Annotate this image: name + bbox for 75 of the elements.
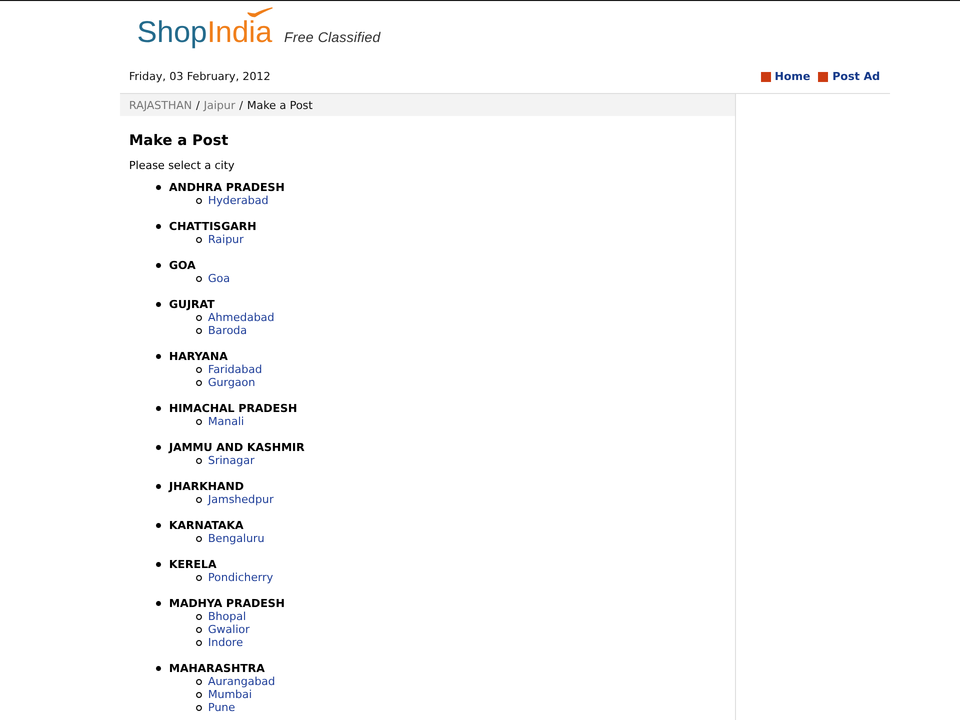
bullet-icon bbox=[156, 354, 161, 359]
nav-link[interactable]: Post Ad bbox=[832, 70, 880, 83]
circle-bullet-icon bbox=[196, 574, 202, 580]
breadcrumb-current: Make a Post bbox=[247, 98, 313, 112]
bullet-icon bbox=[156, 263, 161, 268]
circle-bullet-icon bbox=[196, 418, 202, 424]
circle-bullet-icon bbox=[196, 496, 202, 502]
instruction-text: Please select a city bbox=[129, 159, 236, 172]
state-name: KERELA bbox=[169, 558, 217, 571]
city-link[interactable]: Jamshedpur bbox=[208, 493, 274, 506]
bullet-icon bbox=[156, 523, 161, 528]
square-icon bbox=[760, 72, 771, 82]
city-link[interactable]: Faridabad bbox=[208, 363, 262, 376]
city-link[interactable]: Indore bbox=[208, 636, 243, 649]
bullet-icon bbox=[156, 302, 161, 307]
city-link[interactable]: Ahmedabad bbox=[208, 311, 274, 324]
state-name: HIMACHAL PRADESH bbox=[169, 402, 298, 415]
bullet-icon bbox=[156, 406, 161, 411]
city-link[interactable]: Goa bbox=[208, 272, 230, 285]
bullet-icon bbox=[156, 445, 161, 450]
state-name: MAHARASHTRA bbox=[169, 662, 265, 675]
circle-bullet-icon bbox=[196, 314, 202, 320]
state-name: HARYANA bbox=[169, 350, 228, 363]
breadcrumb-separator: / bbox=[196, 98, 200, 112]
date-text: Friday, 03 February, 2012 bbox=[129, 70, 271, 83]
tagline-text: Free Classified bbox=[284, 29, 381, 45]
city-link[interactable]: Raipur bbox=[208, 233, 244, 246]
circle-bullet-icon bbox=[196, 704, 202, 710]
bullet-icon bbox=[156, 666, 161, 671]
city-link[interactable]: Gwalior bbox=[208, 623, 250, 636]
city-link[interactable]: Hyderabad bbox=[208, 194, 268, 207]
circle-bullet-icon bbox=[196, 458, 202, 464]
bullet-icon bbox=[156, 562, 161, 567]
square-icon bbox=[818, 72, 828, 82]
logo-wordmark: ShopIndia bbox=[137, 18, 272, 48]
state-name: KARNATAKA bbox=[169, 519, 244, 532]
circle-bullet-icon bbox=[196, 678, 202, 684]
circle-bullet-icon bbox=[196, 198, 202, 204]
circle-bullet-icon bbox=[196, 380, 202, 386]
city-link[interactable]: Gurgaon bbox=[208, 376, 256, 389]
circle-bullet-icon bbox=[196, 236, 202, 242]
breadcrumb-link[interactable]: Jaipur bbox=[204, 98, 236, 112]
nav-link[interactable]: Home bbox=[774, 70, 810, 83]
city-link[interactable]: Mumbai bbox=[208, 688, 252, 701]
state-name: JAMMU AND KASHMIR bbox=[169, 441, 305, 454]
state-name: MADHYA PRADESH bbox=[169, 597, 285, 610]
city-link[interactable]: Aurangabad bbox=[208, 675, 276, 688]
bullet-icon bbox=[156, 601, 161, 606]
state-name: ANDHRA PRADESH bbox=[169, 181, 285, 194]
breadcrumb-link[interactable]: RAJASTHAN bbox=[129, 98, 192, 112]
circle-bullet-icon bbox=[196, 328, 202, 334]
bullet-icon bbox=[156, 484, 161, 489]
page-heading: Make a Post bbox=[129, 132, 230, 150]
state-name: JHARKHAND bbox=[169, 480, 244, 493]
city-link[interactable]: Baroda bbox=[208, 324, 248, 337]
circle-bullet-icon bbox=[196, 626, 202, 632]
city-link[interactable]: Pondicherry bbox=[208, 571, 274, 584]
circle-bullet-icon bbox=[196, 640, 202, 646]
swoosh-icon bbox=[247, 7, 273, 18]
state-name: CHATTISGARH bbox=[169, 220, 256, 233]
state-name: GUJRAT bbox=[169, 298, 215, 311]
state-name: GOA bbox=[169, 259, 196, 272]
circle-bullet-icon bbox=[196, 536, 202, 542]
city-link[interactable]: Bengaluru bbox=[208, 532, 265, 545]
circle-bullet-icon bbox=[196, 366, 202, 372]
city-link[interactable]: Manali bbox=[208, 415, 244, 428]
circle-bullet-icon bbox=[196, 692, 202, 698]
circle-bullet-icon bbox=[196, 276, 202, 282]
bullet-icon bbox=[156, 224, 161, 229]
breadcrumb-separator: / bbox=[239, 98, 243, 112]
bullet-icon bbox=[156, 185, 161, 190]
city-link[interactable]: Bhopal bbox=[208, 610, 246, 623]
city-link[interactable]: Srinagar bbox=[208, 454, 255, 467]
city-link[interactable]: Pune bbox=[208, 701, 236, 714]
circle-bullet-icon bbox=[196, 614, 202, 620]
